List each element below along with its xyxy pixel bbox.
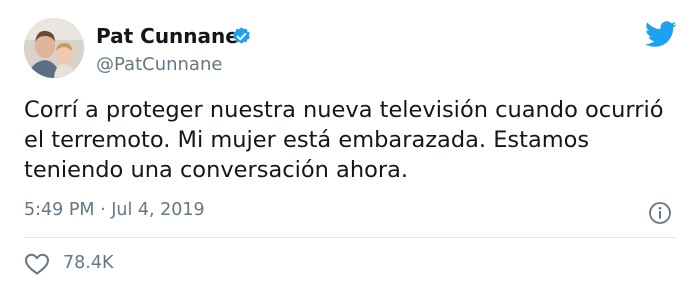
tweet-text-line: el terremoto. Mi mujer está embarazada. … <box>24 127 590 153</box>
avatar-image <box>24 18 84 78</box>
author-name[interactable]: Pat Cunnane <box>96 24 239 48</box>
avatar[interactable] <box>24 18 84 78</box>
tweet-text: Corrí a proteger nuestra nueva televisió… <box>24 95 684 185</box>
divider <box>24 237 676 238</box>
heart-icon[interactable] <box>24 252 50 276</box>
tweet-text-line: Corrí a proteger nuestra nueva televisió… <box>24 97 664 123</box>
tweet-card: Pat Cunnane @PatCunnane Corrí a proteger… <box>0 0 700 290</box>
tweet-timestamp[interactable]: 5:49 PM · Jul 4, 2019 <box>24 200 205 220</box>
author-handle[interactable]: @PatCunnane <box>96 54 222 75</box>
tweet-text-line: teniendo una conversación ahora. <box>24 157 409 183</box>
like-count[interactable]: 78.4K <box>63 253 113 273</box>
verified-badge-icon <box>233 27 250 44</box>
info-icon[interactable] <box>648 201 672 225</box>
twitter-bird-icon[interactable] <box>645 21 677 48</box>
